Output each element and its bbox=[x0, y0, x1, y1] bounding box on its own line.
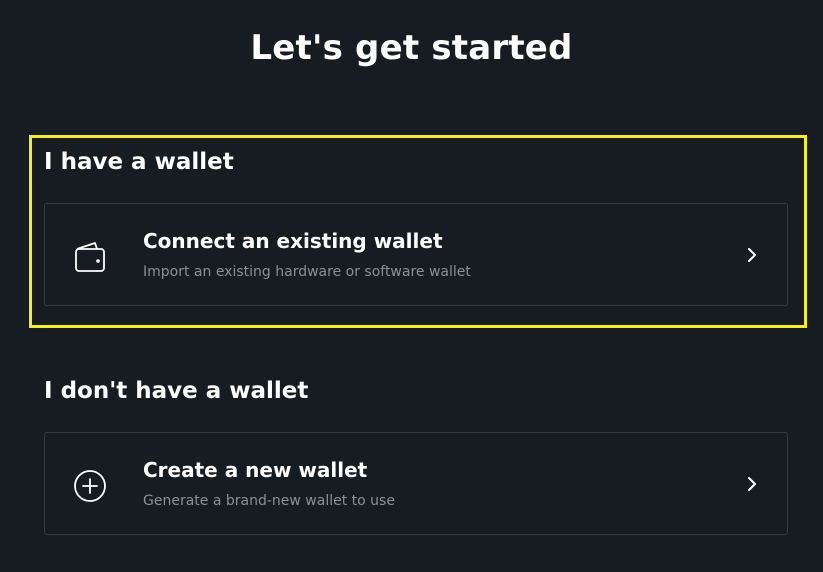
plus-circle-icon bbox=[73, 469, 107, 503]
section-heading-have-wallet: I have a wallet bbox=[44, 149, 234, 175]
card-title: Create a new wallet bbox=[143, 458, 368, 482]
create-new-wallet-card[interactable]: Create a new wallet Generate a brand-new… bbox=[44, 432, 788, 535]
section-heading-no-wallet: I don't have a wallet bbox=[44, 378, 309, 404]
card-description: Import an existing hardware or software … bbox=[143, 264, 471, 280]
connect-existing-wallet-card[interactable]: Connect an existing wallet Import an exi… bbox=[44, 203, 788, 306]
chevron-right-icon bbox=[745, 475, 759, 493]
card-title: Connect an existing wallet bbox=[143, 229, 443, 253]
chevron-right-icon bbox=[745, 246, 759, 264]
card-description: Generate a brand-new wallet to use bbox=[143, 493, 395, 509]
wallet-icon bbox=[73, 240, 107, 274]
page-title: Let's get started bbox=[250, 28, 573, 68]
onboarding-page: Let's get started I have a wallet Connec… bbox=[0, 0, 823, 572]
